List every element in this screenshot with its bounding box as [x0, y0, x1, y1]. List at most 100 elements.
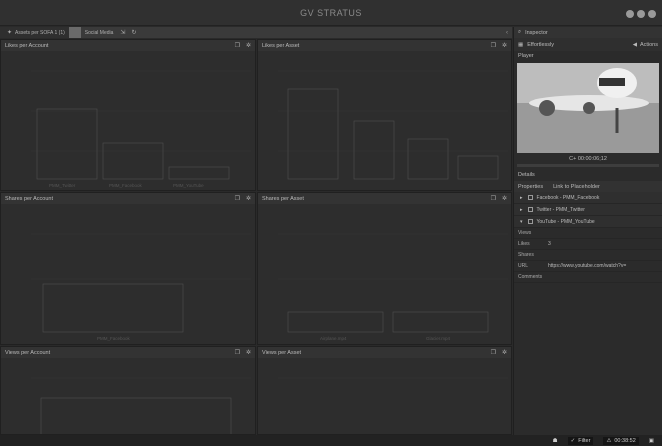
gear-icon[interactable]: ✲	[502, 349, 507, 356]
panel-title: Shares per Account	[5, 195, 54, 202]
user-icon[interactable]: ☗	[553, 438, 558, 444]
gear-icon[interactable]: ✲	[502, 195, 507, 202]
chart-area	[278, 70, 508, 180]
copy-icon[interactable]: ❐	[491, 195, 496, 202]
details-tab[interactable]: Details	[514, 169, 662, 181]
status-bar: ☗ ✓ Filter ⚠ 00:38:52 ▣	[0, 435, 662, 446]
gear-icon[interactable]: ✲	[246, 42, 251, 49]
prop-url: URL https://www.youtube.com/watch?v=	[514, 261, 662, 272]
panel-title: Views per Asset	[262, 349, 302, 356]
chart-area: Airplane.mp4 Glacier.mp4	[278, 233, 508, 341]
bar	[407, 138, 449, 180]
clock-icon: ⚠	[606, 437, 612, 444]
gear-icon[interactable]: ✲	[246, 195, 251, 202]
pin-icon[interactable]: ⇲	[120, 29, 125, 36]
bar	[457, 155, 499, 180]
tab-assets[interactable]: ✦ Assets per SOFA 1 (1)	[0, 27, 69, 38]
copy-icon[interactable]: ❐	[491, 349, 496, 356]
scrubber[interactable]	[517, 164, 659, 167]
collapse-icon[interactable]: ‹	[506, 30, 508, 36]
panel-likes-per-account: Likes per Account ❐ ✲ PMM_Twitter PMM_Fac…	[0, 39, 256, 191]
prop-shares: Shares	[514, 250, 662, 261]
prop-comments: Comments	[514, 272, 662, 283]
link-twitter[interactable]: ▸ Twitter - PMM_Twitter	[514, 204, 662, 216]
expand-icon[interactable]: ▾	[520, 219, 523, 225]
inspector-tab[interactable]: Inspector	[525, 30, 548, 36]
prop-views: Views	[514, 228, 662, 239]
panel-header: Shares per Account ❐ ✲	[1, 193, 255, 204]
chart-area: PMM_Twitter PMM_Facebook PMM_YouTube	[31, 70, 251, 188]
bar	[287, 88, 339, 180]
time-display: ⚠ 00:38:52	[603, 436, 639, 445]
bar-label: Glacier.mp4	[426, 336, 451, 341]
panel-views-per-account: Views per Account ❐ ✲	[0, 346, 256, 435]
video-thumbnail[interactable]	[517, 63, 659, 153]
gear-icon[interactable]: ✲	[502, 42, 507, 49]
settings-icon[interactable]	[626, 10, 634, 18]
tab-bar: ✦ Assets per SOFA 1 (1) Social Media ⇲ ↻…	[0, 27, 512, 38]
tab-pin-icon: ✦	[7, 30, 13, 36]
lock-icon[interactable]: ▣	[649, 438, 654, 444]
copy-icon[interactable]: ❐	[491, 42, 496, 49]
bar	[353, 120, 395, 180]
checkbox[interactable]	[527, 219, 533, 224]
subtab-link[interactable]: Link to Placeholder	[553, 184, 600, 190]
chart-area: PMM_Facebook	[31, 233, 251, 341]
subtab-properties[interactable]: Properties	[518, 184, 543, 190]
tab-label: Social Media	[84, 29, 114, 36]
copy-icon[interactable]: ❐	[235, 195, 240, 202]
expand-icon[interactable]: ▸	[520, 195, 523, 201]
bar-facebook	[102, 142, 164, 180]
bar-glacier	[392, 311, 489, 333]
panel-views-per-asset: Views per Asset ❐ ✲	[257, 346, 512, 435]
panel-title: Views per Account	[5, 349, 51, 356]
bar-facebook	[42, 283, 184, 333]
chart-area	[278, 377, 508, 379]
grid-icon: ▦	[518, 41, 524, 48]
check-icon: ✓	[570, 437, 576, 444]
refresh-icon[interactable]: ↻	[131, 29, 136, 36]
bar-label: PMM_Facebook	[109, 183, 143, 188]
bar-label: PMM_Facebook	[97, 336, 131, 341]
chart-area	[31, 377, 251, 434]
tab-social-media[interactable]: Social Media	[81, 27, 118, 38]
bar-airplane	[287, 311, 384, 333]
panel-header: Views per Account ❐ ✲	[1, 347, 255, 358]
bar-youtube	[168, 166, 230, 180]
actions-button[interactable]: Actions	[640, 42, 658, 48]
bar-label: Airplane.mp4	[320, 336, 347, 341]
panel-shares-per-account: Shares per Account ❐ ✲ PMM_Facebook	[0, 192, 256, 345]
close-icon[interactable]	[648, 10, 656, 18]
panel-header: Likes per Asset ❐ ✲	[258, 40, 511, 51]
player-tab[interactable]: Player	[514, 51, 662, 61]
panel-header: Shares per Asset ❐ ✲	[258, 193, 511, 204]
copy-icon[interactable]: ❐	[235, 42, 240, 49]
asset-header: ▦ Effortlessly ◀ Actions	[514, 38, 662, 51]
app-title: GV STRATUS	[300, 8, 362, 18]
panel-title: Likes per Account	[5, 42, 49, 49]
panel-header: Views per Asset ❐ ✲	[258, 347, 511, 358]
panel-header: Likes per Account ❐ ✲	[1, 40, 255, 51]
tab-label: Assets per SOFA 1 (1)	[15, 29, 65, 36]
prev-icon[interactable]: ◀	[633, 42, 637, 48]
checkbox[interactable]	[527, 207, 533, 212]
link-facebook[interactable]: ▸ Facebook - PMM_Facebook	[514, 192, 662, 204]
bar-twitter	[36, 108, 98, 180]
title-bar: GV STRATUS	[0, 0, 662, 26]
bar	[40, 397, 232, 434]
link-youtube[interactable]: ▾ YouTube - PMM_YouTube	[514, 216, 662, 228]
search-icon[interactable]: ⌕	[518, 29, 521, 36]
inspector-pane: ⌕ Inspector ▦ Effortlessly ◀ Actions Pla…	[513, 27, 662, 435]
gear-icon[interactable]: ✲	[246, 349, 251, 356]
panel-title: Shares per Asset	[262, 195, 304, 202]
panel-shares-per-asset: Shares per Asset ❐ ✲ Airplane.mp4 Glacier…	[257, 192, 512, 345]
checkbox[interactable]	[527, 195, 533, 200]
tab-selected-marker[interactable]	[68, 27, 81, 38]
expand-icon[interactable]: ▸	[520, 207, 523, 213]
filter-button[interactable]: ✓ Filter	[567, 436, 594, 445]
panel-likes-per-asset: Likes per Asset ❐ ✲	[257, 39, 512, 191]
copy-icon[interactable]: ❐	[235, 349, 240, 356]
panel-title: Likes per Asset	[262, 42, 300, 49]
help-icon[interactable]	[637, 10, 645, 18]
inspector-tabbar: ⌕ Inspector	[514, 27, 662, 38]
